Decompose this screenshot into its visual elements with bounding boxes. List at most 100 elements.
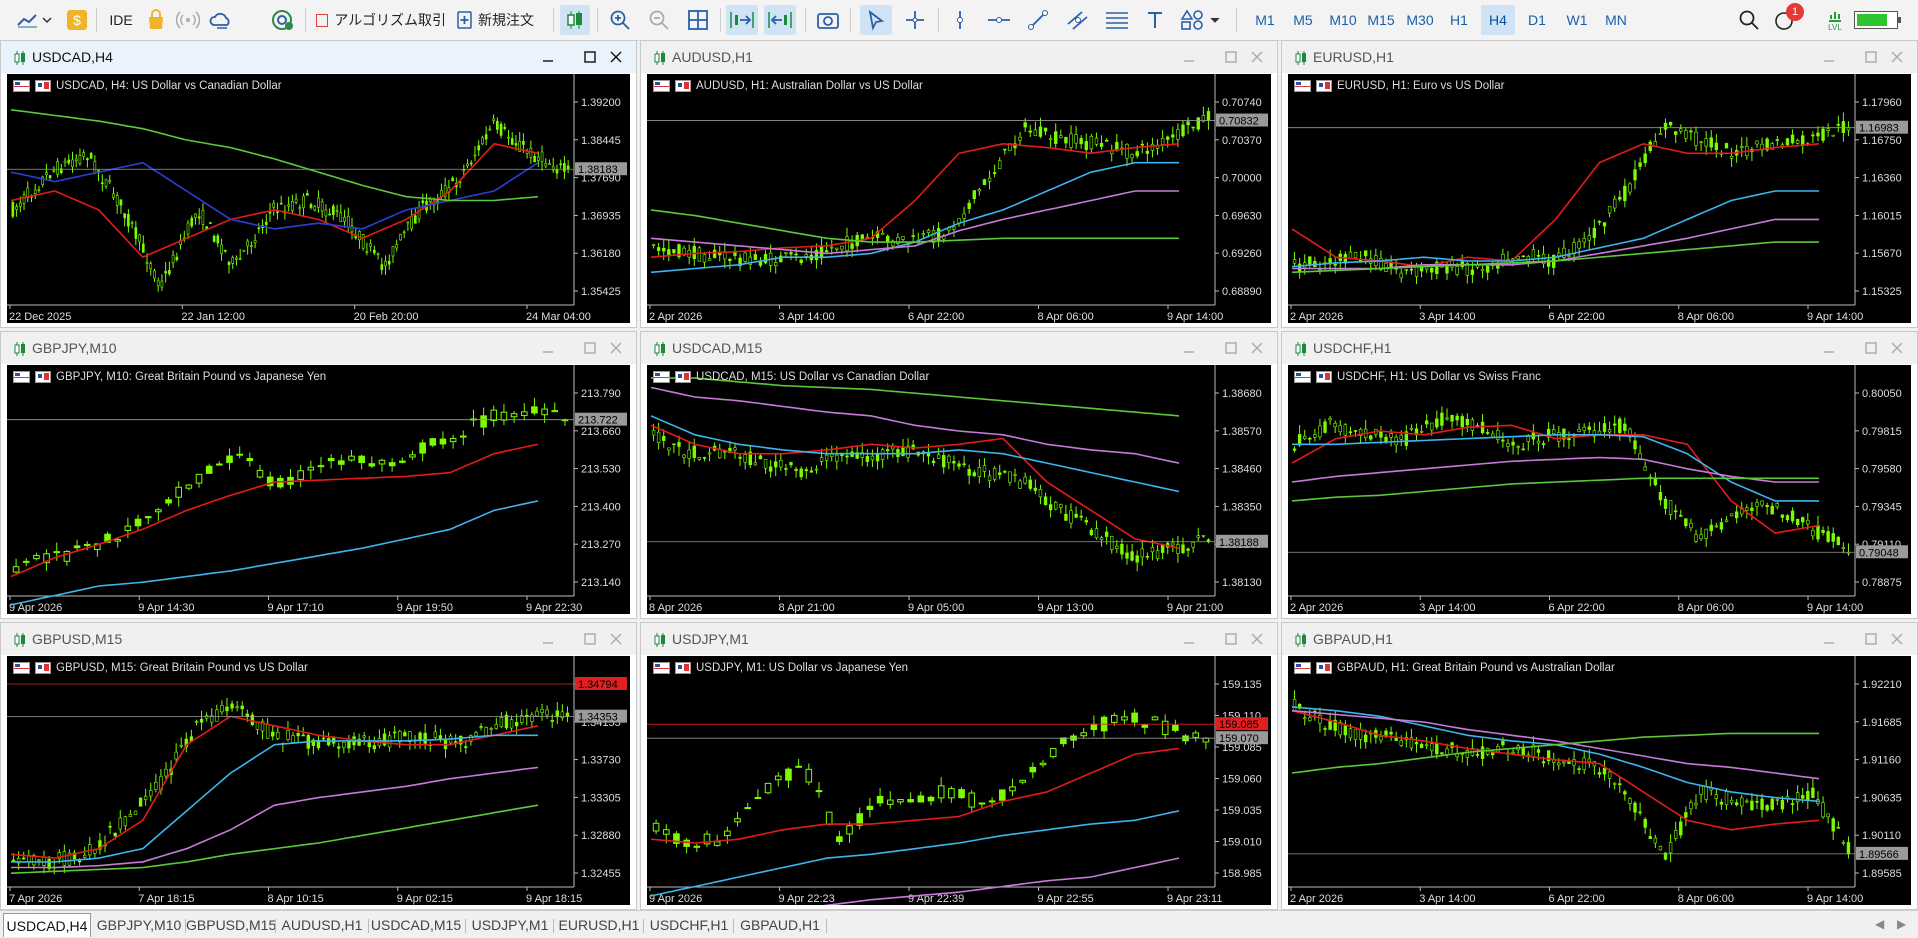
ide-button[interactable]: IDE xyxy=(104,5,138,35)
minimize-icon[interactable] xyxy=(1819,629,1839,649)
cursor-icon[interactable] xyxy=(860,5,892,35)
chart-window-titlebar[interactable]: USDCAD,M15 xyxy=(641,332,1277,364)
chart-window-titlebar[interactable]: USDJPY,M1 xyxy=(641,623,1277,655)
channel-icon[interactable] xyxy=(1063,5,1093,35)
timeframe-w1[interactable]: W1 xyxy=(1563,5,1591,35)
price-chart[interactable]: 1.39200 1.38445 1.37690 1.36935 1.36180 1.354… xyxy=(7,74,630,323)
shapes-dropdown[interactable] xyxy=(1178,5,1226,35)
maximize-icon[interactable] xyxy=(1861,338,1881,358)
chart-type-dropdown[interactable] xyxy=(14,5,56,35)
new-order-button[interactable]: 新規注文 xyxy=(454,5,550,35)
maximize-icon[interactable] xyxy=(1861,629,1881,649)
minimize-icon[interactable] xyxy=(1179,338,1199,358)
tab-audusd-h1[interactable]: AUDUSD,H1 xyxy=(278,913,366,937)
tab-usdcad-h4[interactable]: USDCAD,H4 xyxy=(3,913,91,937)
price-chart[interactable]: 159.135 159.110 159.085 159.060 159.035 159.0… xyxy=(647,656,1271,905)
maximize-icon[interactable] xyxy=(580,629,600,649)
tab-gbpaud-h1[interactable]: GBPAUD,H1 xyxy=(736,913,824,937)
close-icon[interactable] xyxy=(1247,47,1267,67)
timeframe-m5[interactable]: M5 xyxy=(1289,5,1317,35)
vertical-line-icon[interactable] xyxy=(946,5,974,35)
chart-window[interactable]: GBPJPY,M10 213.790 213.660 213.530 213.400 21… xyxy=(0,331,637,619)
close-icon[interactable] xyxy=(1247,629,1267,649)
dollar-icon[interactable]: $ xyxy=(66,5,88,35)
price-chart[interactable]: 0.70740 0.70370 0.70000 0.69630 0.69260 0.688… xyxy=(647,74,1271,323)
timeframe-m1[interactable]: M1 xyxy=(1251,5,1279,35)
close-icon[interactable] xyxy=(606,338,626,358)
chart-shift-icon[interactable] xyxy=(764,5,796,35)
screenshot-icon[interactable] xyxy=(814,5,842,35)
minimize-icon[interactable] xyxy=(1819,47,1839,67)
maximize-icon[interactable] xyxy=(1221,629,1241,649)
tabs-scroll-right-icon[interactable]: ▶ xyxy=(1897,917,1906,931)
chart-window-titlebar[interactable]: GBPUSD,M15 xyxy=(1,623,636,655)
price-chart[interactable]: 1.17960 1.16750 1.16360 1.16015 1.15670 1.153… xyxy=(1288,74,1911,323)
chart-window[interactable]: USDCAD,H4 1.39200 1.38445 1.37690 1.36935 1.3… xyxy=(0,40,637,328)
timeframe-h4[interactable]: H4 xyxy=(1481,5,1515,35)
vps-icon[interactable] xyxy=(270,5,296,35)
maximize-icon[interactable] xyxy=(580,338,600,358)
chart-window-titlebar[interactable]: GBPAUD,H1 xyxy=(1282,623,1917,655)
chart-window[interactable]: USDCHF,H1 0.80050 0.79815 0.79580 0.79345 0.7… xyxy=(1281,331,1918,619)
chart-window-titlebar[interactable]: AUDUSD,H1 xyxy=(641,41,1277,73)
text-tool-icon[interactable] xyxy=(1141,5,1169,35)
chart-window[interactable]: GBPUSD,M151.345801.341551.337301.333051.… xyxy=(0,622,637,910)
price-chart[interactable]: 0.80050 0.79815 0.79580 0.79345 0.79110 0.788… xyxy=(1288,365,1911,614)
close-icon[interactable] xyxy=(1887,47,1907,67)
tab-gbpusd-m15[interactable]: GBPUSD,M15 xyxy=(186,913,276,937)
minimize-icon[interactable] xyxy=(1179,47,1199,67)
horizontal-line-icon[interactable] xyxy=(984,5,1014,35)
crosshair-icon[interactable] xyxy=(900,5,930,35)
tile-windows-icon[interactable] xyxy=(684,5,712,35)
chart-window[interactable]: USDCAD,M15 1.38680 1.38570 1.38460 1.38350 1.… xyxy=(640,331,1278,619)
maximize-icon[interactable] xyxy=(1221,338,1241,358)
minimize-icon[interactable] xyxy=(1819,338,1839,358)
algo-trading-button[interactable]: アルゴリズム取引 xyxy=(314,5,448,35)
market-bag-icon[interactable] xyxy=(145,5,167,35)
tabs-scroll-left-icon[interactable]: ◀ xyxy=(1875,917,1884,931)
timeframe-m15[interactable]: M15 xyxy=(1364,5,1398,35)
chart-window[interactable]: GBPAUD,H1 1.92210 1.91685 1.91160 1.90635 1.9… xyxy=(1281,622,1918,910)
tab-gbpjpy-m10[interactable]: GBPJPY,M10 xyxy=(94,913,184,937)
timeframe-m10[interactable]: M10 xyxy=(1326,5,1360,35)
signal-icon[interactable] xyxy=(176,5,200,35)
search-icon[interactable] xyxy=(1736,5,1762,35)
candles-icon[interactable] xyxy=(560,5,590,35)
chart-window-titlebar[interactable]: USDCHF,H1 xyxy=(1282,332,1917,364)
close-icon[interactable] xyxy=(606,47,626,67)
price-chart[interactable]: 1.345801.341551.337301.333051.328801.324… xyxy=(7,656,630,905)
zoom-in-icon[interactable] xyxy=(606,5,634,35)
fibonacci-icon[interactable] xyxy=(1102,5,1132,35)
close-icon[interactable] xyxy=(1887,338,1907,358)
minimize-icon[interactable] xyxy=(538,338,558,358)
price-chart[interactable]: 1.386801.385701.384601.383501.382401.381… xyxy=(647,365,1271,614)
minimize-icon[interactable] xyxy=(538,629,558,649)
auto-scroll-icon[interactable] xyxy=(726,5,758,35)
zoom-out-icon[interactable] xyxy=(645,5,673,35)
timeframe-mn[interactable]: MN xyxy=(1600,5,1632,35)
maximize-icon[interactable] xyxy=(580,47,600,67)
chart-window[interactable]: EURUSD,H1 1.17960 1.16750 1.16360 1.16015 1.1… xyxy=(1281,40,1918,328)
trend-line-icon[interactable] xyxy=(1024,5,1052,35)
price-chart[interactable]: 1.92210 1.91685 1.91160 1.90635 1.90110 1.895… xyxy=(1288,656,1911,905)
tab-usdchf-h1[interactable]: USDCHF,H1 xyxy=(646,913,732,937)
maximize-icon[interactable] xyxy=(1221,47,1241,67)
chart-window[interactable]: USDJPY,M1 159.135 159.110 159.085 159.060 159… xyxy=(640,622,1278,910)
minimize-icon[interactable] xyxy=(538,47,558,67)
close-icon[interactable] xyxy=(1247,338,1267,358)
maximize-icon[interactable] xyxy=(1861,47,1881,67)
timeframe-h1[interactable]: H1 xyxy=(1446,5,1472,35)
chart-window-titlebar[interactable]: EURUSD,H1 xyxy=(1282,41,1917,73)
tab-eurusd-h1[interactable]: EURUSD,H1 xyxy=(556,913,642,937)
tab-usdcad-m15[interactable]: USDCAD,M15 xyxy=(370,913,462,937)
chart-window-titlebar[interactable]: USDCAD,H4 xyxy=(1,41,636,73)
minimize-icon[interactable] xyxy=(1179,629,1199,649)
price-chart[interactable]: 213.790 213.660 213.530 213.400 213.270 213.1… xyxy=(7,365,630,614)
chart-window-titlebar[interactable]: GBPJPY,M10 xyxy=(1,332,636,364)
cloud-icon[interactable] xyxy=(208,5,234,35)
timeframe-m30[interactable]: M30 xyxy=(1402,5,1438,35)
timeframe-d1[interactable]: D1 xyxy=(1524,5,1550,35)
tab-usdjpy-m1[interactable]: USDJPY,M1 xyxy=(468,913,552,937)
chart-window[interactable]: AUDUSD,H1 0.70740 0.70370 0.70000 0.69630 0.6… xyxy=(640,40,1278,328)
close-icon[interactable] xyxy=(1887,629,1907,649)
